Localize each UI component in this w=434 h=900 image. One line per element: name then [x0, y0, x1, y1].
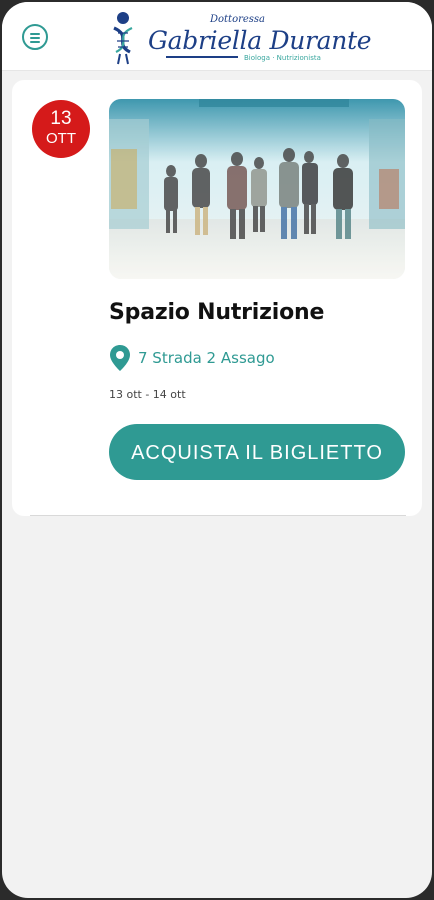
list-divider: [30, 515, 406, 516]
event-card[interactable]: 13 OTT Spazio Nutrizione 7 Strada 2 Assa…: [12, 80, 422, 516]
map-pin-icon: [110, 345, 130, 371]
date-badge-month: OTT: [46, 130, 76, 147]
event-image[interactable]: [109, 99, 405, 279]
date-badge-day: 13: [50, 108, 72, 129]
location-text: 7 Strada 2 Assago: [138, 349, 275, 367]
app-header: Dottoressa Gabriella Durante Biologa · N…: [2, 2, 432, 71]
crowd-photo: [109, 99, 405, 279]
buy-ticket-button[interactable]: ACQUISTA IL BIGLIETTO: [109, 424, 405, 480]
dna-figure-icon: [113, 12, 133, 65]
logo-subtitle: Biologa · Nutrizionista: [244, 54, 321, 62]
logo-underline: [166, 56, 238, 58]
app-screen: Dottoressa Gabriella Durante Biologa · N…: [2, 2, 432, 898]
hamburger-menu-icon[interactable]: [22, 24, 48, 50]
date-badge: 13 OTT: [32, 100, 90, 158]
event-title[interactable]: Spazio Nutrizione: [109, 300, 324, 325]
logo-name: Gabriella Durante: [148, 26, 372, 55]
event-date-range: 13 ott - 14 ott: [109, 388, 186, 401]
logo-prefix: Dottoressa: [210, 14, 266, 25]
brand-logo[interactable]: Dottoressa Gabriella Durante Biologa · N…: [106, 10, 372, 66]
